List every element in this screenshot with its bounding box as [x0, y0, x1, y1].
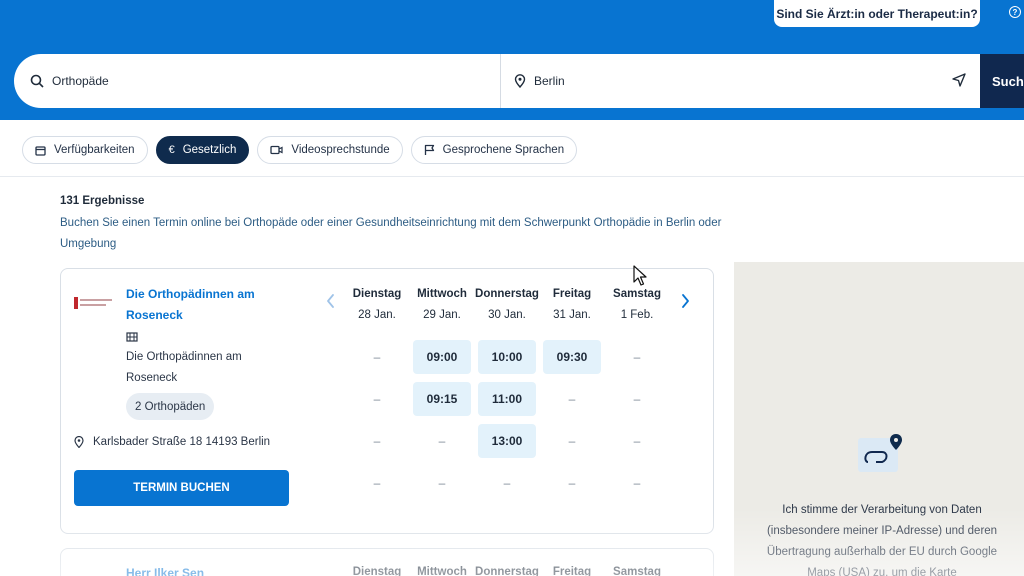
filter-availability[interactable]: Verfügbarkeiten: [22, 136, 148, 164]
filter-languages-label: Gesprochene Sprachen: [442, 144, 565, 156]
address-text: Karlsbader Straße 18 14193 Berlin: [93, 436, 271, 448]
euro-icon: €: [168, 144, 175, 156]
empty-slot: –: [373, 392, 381, 406]
search-icon: [30, 74, 44, 88]
map-consent-text: Ich stimme der Verarbeitung von Daten (i…: [766, 504, 998, 576]
day-name: Mittwoch: [417, 566, 467, 576]
day-name: Donnerstag: [475, 566, 539, 576]
day-date: 30 Jan.: [488, 309, 526, 321]
building-icon: [126, 332, 138, 342]
time-slot-button[interactable]: 13:00: [478, 424, 536, 458]
time-slot-button[interactable]: 09:30: [543, 340, 601, 374]
filter-statutory-label: Gesetzlich: [182, 144, 237, 156]
empty-slot: –: [633, 434, 641, 448]
day-column-header: Freitag 31 Jan.: [538, 283, 606, 326]
empty-slot: –: [373, 434, 381, 448]
time-slot-button[interactable]: 10:00: [478, 340, 536, 374]
specialist-count-badge: 2 Orthopäden: [126, 393, 215, 420]
time-slot-button[interactable]: 11:00: [478, 382, 536, 416]
day-column-header: Samstag 1 Feb.: [603, 283, 671, 326]
filter-statutory-insurance[interactable]: € Gesetzlich: [155, 136, 250, 164]
calendar-icon: [35, 145, 46, 156]
time-slot-button[interactable]: 09:00: [413, 340, 471, 374]
search-query-text: Orthopäde: [52, 74, 109, 88]
time-slot-button[interactable]: 09:15: [413, 382, 471, 416]
flag-icon: [424, 144, 434, 155]
day-name: Freitag: [552, 566, 592, 576]
location-input[interactable]: Berlin: [514, 54, 984, 108]
location-pin-icon: [74, 436, 84, 448]
chevron-left-icon[interactable]: [324, 293, 338, 309]
address: Karlsbader Straße 18 14193 Berlin: [74, 436, 270, 448]
book-appointment-button[interactable]: TERMIN BUCHEN: [74, 470, 289, 506]
empty-slot: –: [503, 476, 511, 490]
doctor-name-link[interactable]: Die Orthopädinnen am Roseneck: [126, 284, 266, 326]
day-name: Donnerstag: [475, 288, 539, 300]
filter-languages[interactable]: Gesprochene Sprachen: [410, 136, 578, 164]
empty-slot: –: [633, 350, 641, 364]
day-name: Dienstag: [352, 288, 402, 300]
filter-divider: [0, 176, 1024, 177]
result-count: 131 Ergebnisse: [60, 195, 145, 207]
search-divider: [500, 54, 501, 108]
chevron-right-icon[interactable]: [678, 293, 692, 309]
search-button[interactable]: Such: [980, 54, 1024, 108]
empty-slot: –: [568, 476, 576, 490]
empty-slot: –: [373, 476, 381, 490]
mouse-cursor-icon: [633, 265, 647, 286]
filter-video-consultation[interactable]: Videosprechstunde: [257, 136, 403, 164]
filter-availability-label: Verfügbarkeiten: [54, 144, 135, 156]
day-date: 28 Jan.: [358, 309, 396, 321]
day-column-header: Donnerstag 30 Jan.: [473, 283, 541, 326]
empty-slot: –: [633, 476, 641, 490]
day-name: Dienstag: [352, 566, 402, 576]
doctor-name-link[interactable]: Herr Ilker Sen: [126, 566, 204, 576]
location-pin-icon: [514, 74, 526, 88]
practice-name: Die Orthopädinnen am Roseneck: [126, 351, 242, 384]
search-input[interactable]: Orthopäde: [14, 54, 500, 108]
empty-slot: –: [438, 434, 446, 448]
day-column-header: Mittwoch 29 Jan.: [408, 283, 476, 326]
locate-me-icon[interactable]: [952, 73, 966, 87]
map-route-icon: [858, 434, 902, 472]
day-name: Freitag: [552, 288, 592, 300]
day-date: 29 Jan.: [423, 309, 461, 321]
video-icon: [270, 145, 283, 155]
empty-slot: –: [373, 350, 381, 364]
empty-slot: –: [438, 476, 446, 490]
day-name: Mittwoch: [417, 288, 467, 300]
day-name: Samstag: [613, 566, 661, 576]
search-bar: Orthopäde Berlin Such: [14, 54, 1024, 108]
professional-link-button[interactable]: Sind Sie Ärzt:in oder Therapeut:in?: [774, 0, 980, 27]
location-text: Berlin: [534, 74, 565, 88]
filter-video-label: Videosprechstunde: [291, 144, 390, 156]
day-column-header: Dienstag 28 Jan.: [343, 283, 411, 326]
filter-bar: Verfügbarkeiten € Gesetzlich Videosprech…: [22, 136, 578, 164]
empty-slot: –: [633, 392, 641, 406]
day-date: 31 Jan.: [553, 309, 591, 321]
result-description: Buchen Sie einen Termin online bei Ortho…: [60, 217, 722, 250]
empty-slot: –: [568, 392, 576, 406]
practice-logo: [74, 297, 112, 309]
day-date: 1 Feb.: [620, 309, 654, 321]
empty-slot: –: [568, 434, 576, 448]
help-icon[interactable]: ?: [1009, 6, 1021, 18]
